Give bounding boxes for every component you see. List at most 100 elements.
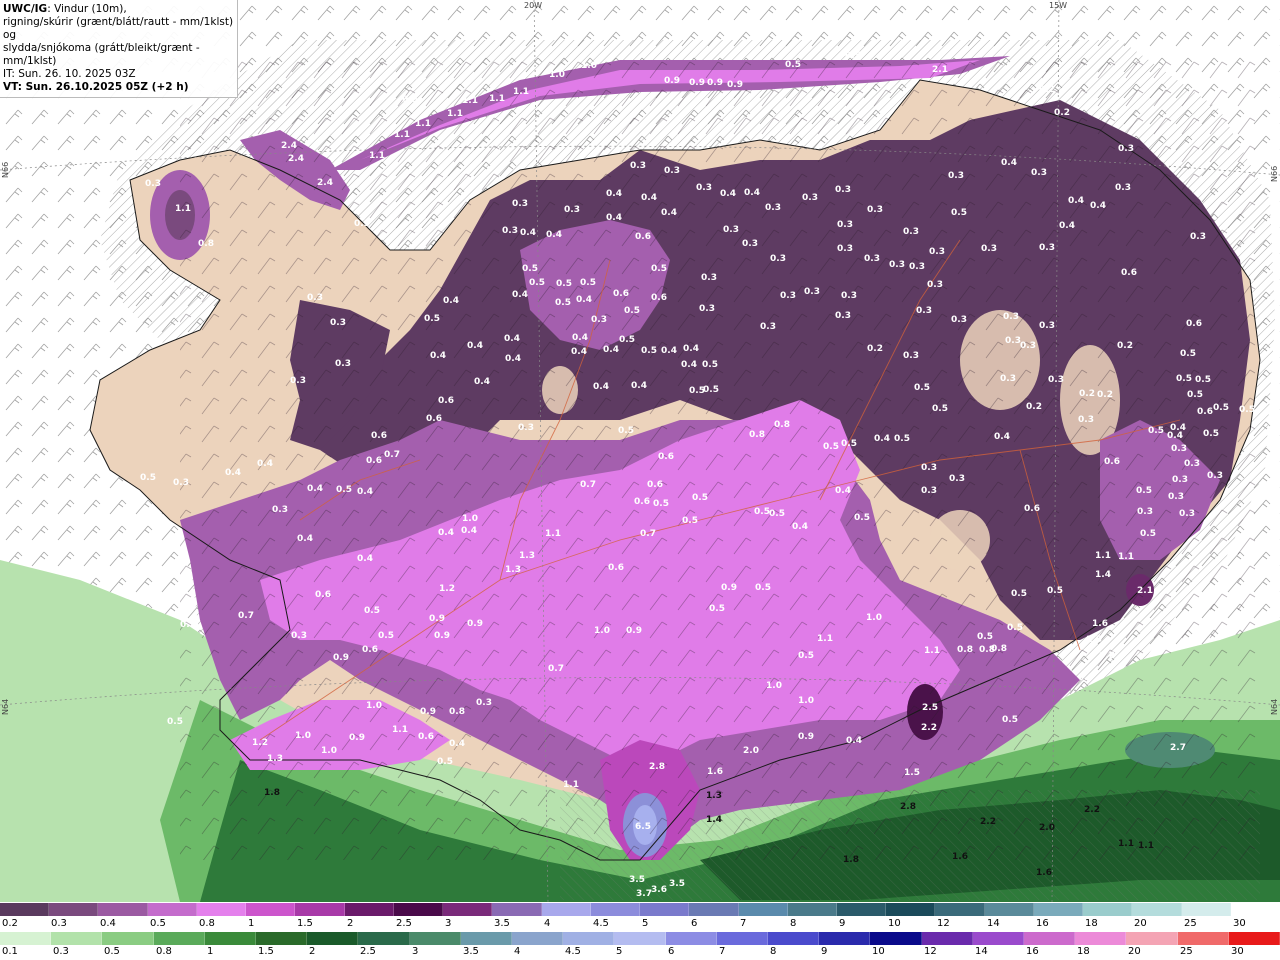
- map-value-label: 0.3: [929, 247, 945, 257]
- legend-swatch: [1075, 932, 1127, 945]
- map-value-label: 2.2: [980, 817, 996, 827]
- map-value-label: 1.1: [1095, 551, 1111, 561]
- map-value-label: 0.4: [1059, 221, 1075, 231]
- map-value-label: 0.5: [1180, 349, 1196, 359]
- map-value-label: 0.6: [1197, 407, 1213, 417]
- map-value-label: 0.8: [774, 420, 790, 430]
- map-value-label: 0.6: [613, 289, 629, 299]
- map-value-label: 1.1: [513, 87, 529, 97]
- map-value-label: 0.4: [449, 739, 465, 749]
- legend-swatch: [1033, 903, 1084, 916]
- map-value-label: 0.6: [647, 480, 663, 490]
- map-value-label: 0.5: [580, 278, 596, 288]
- map-value-label: 0.2: [1117, 341, 1133, 351]
- legend-swatch: [541, 903, 591, 916]
- map-value-label: 0.5: [624, 306, 640, 316]
- map-value-label: 0.4: [357, 554, 373, 564]
- map-value-label: 0.8: [957, 645, 973, 655]
- map-value-label: 0.3: [841, 291, 857, 301]
- map-value-label: 0.6: [608, 563, 624, 573]
- map-value-label: 0.8: [749, 430, 765, 440]
- legend-swatch: [344, 903, 394, 916]
- legend-swatch: [196, 903, 247, 916]
- parameter-line-3: slydda/snjókoma (grátt/bleikt/grænt - mm…: [3, 42, 200, 67]
- map-value-label: 2.8: [900, 802, 916, 812]
- map-value-label: 0.3: [564, 205, 580, 215]
- map-value-label: 0.3: [927, 280, 943, 290]
- legend-label: 18: [1077, 946, 1090, 957]
- map-value-label: 0.4: [505, 354, 521, 364]
- legend-swatch: [1024, 932, 1076, 945]
- map-value-label: 0.3: [173, 478, 189, 488]
- snow-colorbar-labels: 0.2 0.3 0.4 0.5 0.8 1 1.5 2 2.5 3 3.5 4 4.5 5 6 7 8 9 10 12…: [0, 918, 1280, 930]
- map-value-label: 0.5: [1007, 623, 1023, 633]
- map-value-label: 3.6: [651, 885, 667, 895]
- legend-label: 0.2: [2, 918, 18, 929]
- map-value-label: 2.0: [1039, 823, 1055, 833]
- map-value-label: 0.3: [835, 185, 851, 195]
- legend-label: 18: [1085, 918, 1098, 929]
- map-value-label: 3.5: [629, 875, 645, 885]
- legend-label: 12: [924, 946, 937, 957]
- map-value-label: 0.3: [951, 315, 967, 325]
- legend-label: 14: [987, 918, 1000, 929]
- map-value-label: 0.3: [290, 376, 306, 386]
- map-value-label: 2.8: [649, 762, 665, 772]
- map-value-label: 1.1: [489, 94, 505, 104]
- legend-label: 0.8: [199, 918, 215, 929]
- map-value-label: 0.3: [701, 273, 717, 283]
- map-value-label: 0.3: [330, 318, 346, 328]
- legend-label: 2.5: [360, 946, 376, 957]
- map-value-label: 0.9: [420, 707, 436, 717]
- map-value-label: 0.5: [336, 485, 352, 495]
- map-value-label: 0.4: [835, 486, 851, 496]
- map-value-label: 1.0: [462, 514, 478, 524]
- map-value-label: 0.5: [522, 264, 538, 274]
- map-value-label: 0.3: [981, 244, 997, 254]
- lon-label-20w: 20W: [524, 1, 543, 10]
- map-value-label: 1.1: [175, 204, 191, 214]
- map-value-label: 0.3: [699, 304, 715, 314]
- map-value-label: 0.3: [1039, 321, 1055, 331]
- legend-label: 0.3: [51, 918, 67, 929]
- map-value-label: 1.8: [843, 855, 859, 865]
- map-value-label: 0.3: [903, 227, 919, 237]
- map-value-label: 1.1: [369, 151, 385, 161]
- map-value-label: 0.4: [430, 351, 446, 361]
- map-value-label: 0.3: [335, 359, 351, 369]
- map-value-label: 0.3: [802, 193, 818, 203]
- legend-swatch: [738, 903, 788, 916]
- legend-label: 4: [544, 918, 551, 929]
- map-value-label: 0.4: [571, 347, 587, 357]
- map-value-label: 1.3: [505, 565, 521, 575]
- model-brand: UWC/IG: [3, 3, 48, 15]
- map-value-label: 0.4: [846, 736, 862, 746]
- map-value-label: 2.4: [317, 178, 333, 188]
- map-value-label: 0.3: [909, 262, 925, 272]
- weather-map[interactable]: 1.01.00.9 0.9 0.9 0.90.50.52.10.20.21.11.11…: [0, 0, 1280, 902]
- map-value-label: 0.5: [653, 499, 669, 509]
- map-value-label: 0.9: [349, 733, 365, 743]
- map-value-label: 0.4: [438, 528, 454, 538]
- legend-swatch: [689, 903, 739, 916]
- map-value-label: 0.3: [916, 306, 932, 316]
- map-value-label: 1.1: [415, 119, 431, 129]
- map-value-label: 0.3: [903, 351, 919, 361]
- map-value-label: 1.0: [594, 626, 610, 636]
- legend-label: 12: [937, 918, 950, 929]
- map-value-label: 0.4: [504, 334, 520, 344]
- legend-label: 1: [248, 918, 255, 929]
- legend-swatch: [590, 903, 641, 916]
- map-value-label: 0.5: [1002, 715, 1018, 725]
- map-value-label: 0.4: [683, 344, 699, 354]
- map-value-label: 0.6: [658, 452, 674, 462]
- map-value-label: 0.8: [449, 707, 465, 717]
- legend-swatch: [460, 932, 513, 945]
- map-value-label: 2.0: [743, 746, 759, 756]
- map-value-label: 0.4: [474, 377, 490, 387]
- map-value-label: 0.2: [1026, 402, 1042, 412]
- map-value-label: 1.0: [295, 731, 311, 741]
- map-value-label: 0.5: [1203, 429, 1219, 439]
- map-value-label: 0.5: [823, 442, 839, 452]
- map-value-label: 0.5: [556, 279, 572, 289]
